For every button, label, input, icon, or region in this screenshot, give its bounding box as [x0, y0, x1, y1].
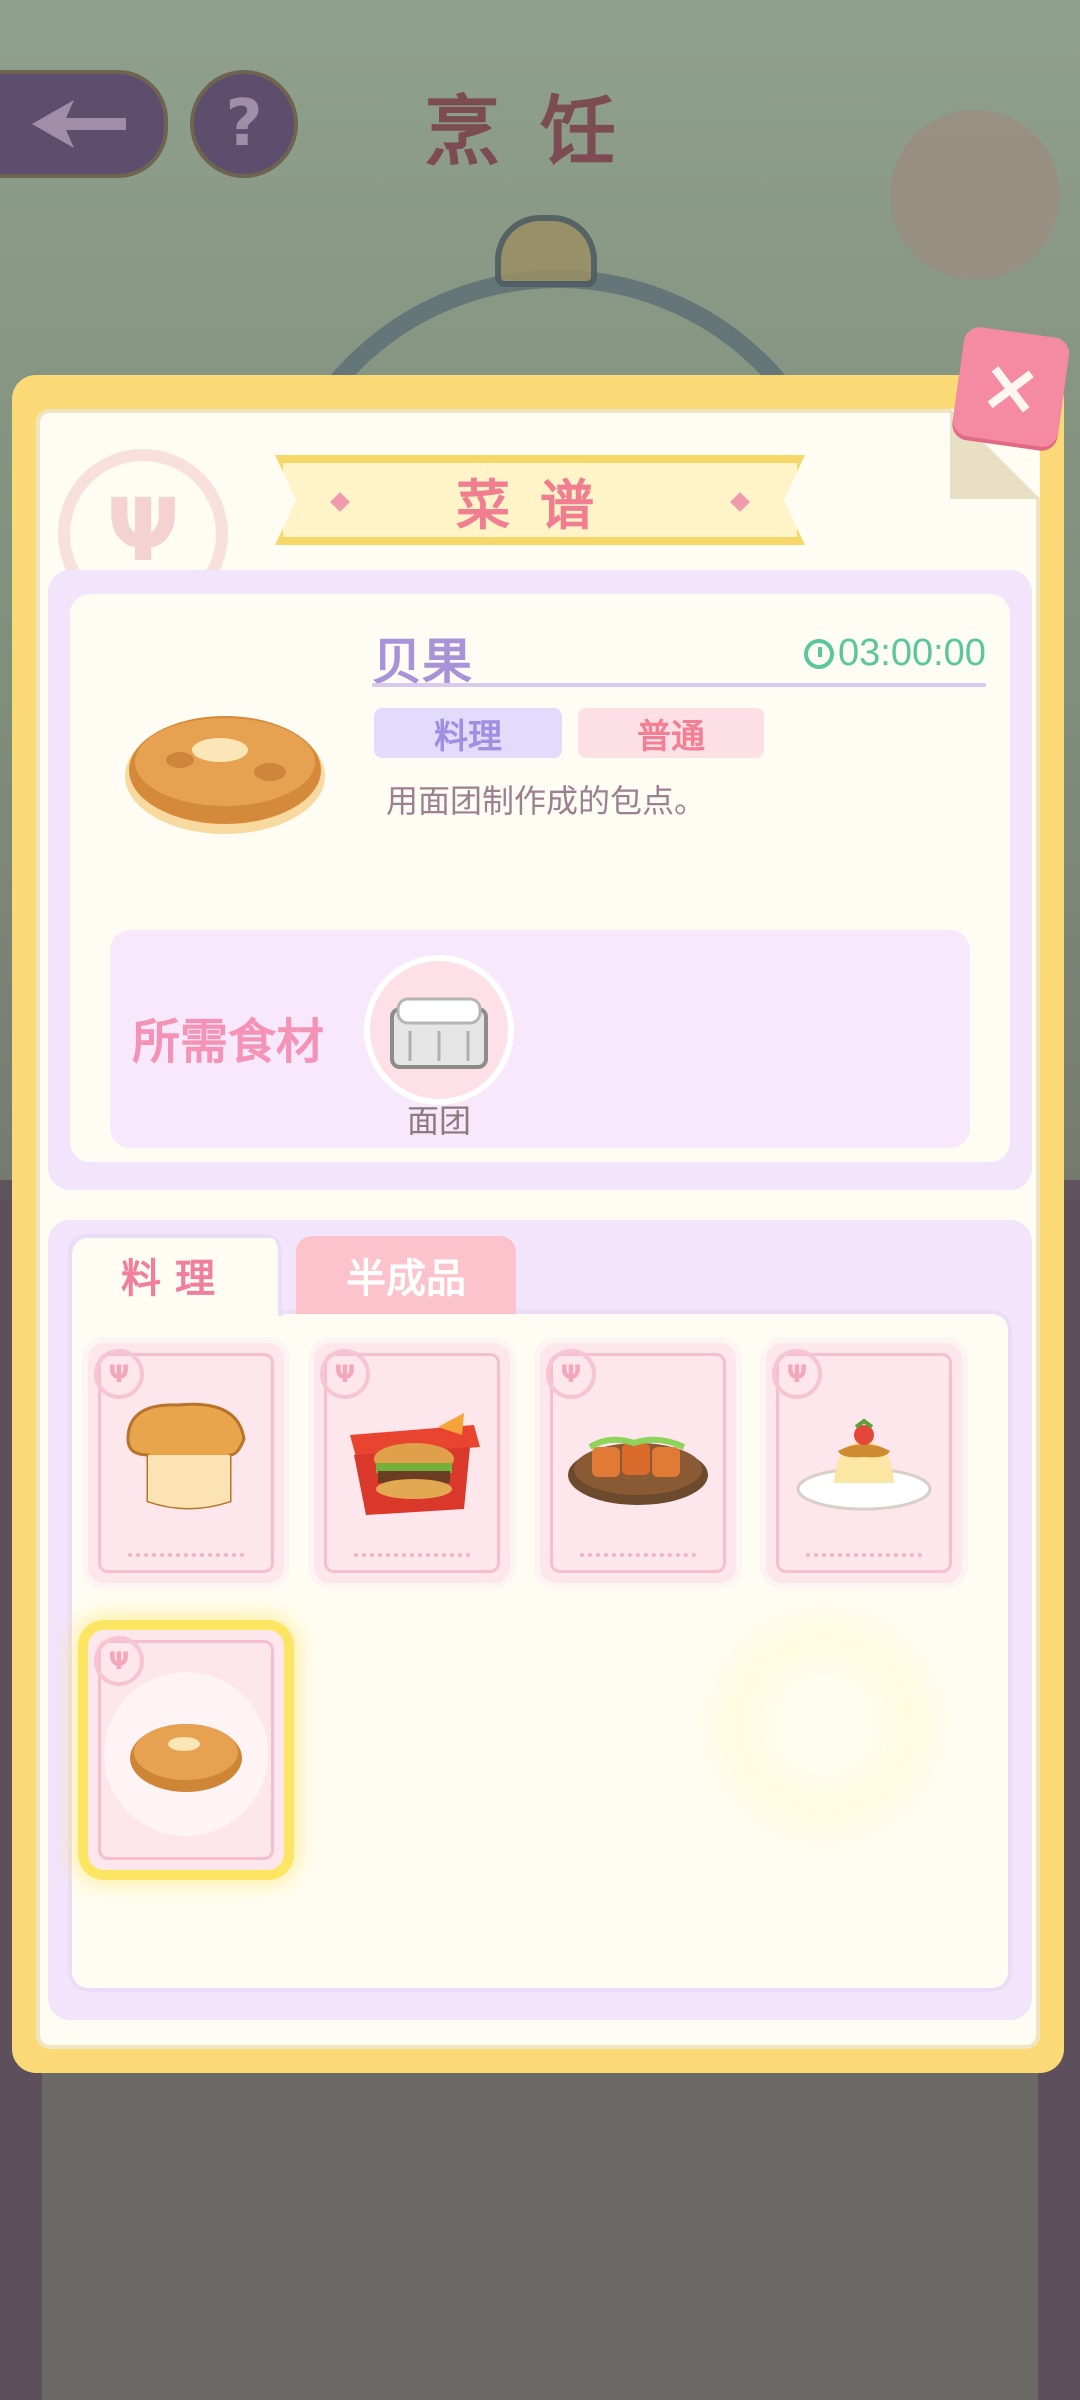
ribbon-diamond-icon	[330, 492, 350, 512]
dial-knob	[495, 215, 597, 287]
ribbon-diamond-icon	[730, 492, 750, 512]
bagel-icon	[125, 716, 325, 834]
recipe-card[interactable]: Ψ	[766, 1343, 962, 1583]
cook-time: 03:00:00	[804, 632, 986, 675]
recipe-book-title: 菜谱	[456, 473, 624, 537]
title-ribbon: 菜谱	[275, 455, 805, 545]
ingredient-name: 面团	[406, 1102, 471, 1140]
ingredient-slot[interactable]	[364, 955, 514, 1105]
burger-box-icon	[350, 1413, 480, 1515]
sparkle-glow	[690, 1590, 960, 1860]
recipe-card[interactable]: Ψ	[540, 1343, 736, 1583]
clock-icon	[804, 638, 834, 669]
bagel-icon	[104, 1672, 268, 1836]
rarity-tag: 普通	[578, 708, 764, 758]
bread-loaf-icon	[126, 1402, 246, 1510]
name-divider	[372, 683, 986, 687]
close-button[interactable]: ×	[950, 325, 1072, 449]
dough-box-icon	[390, 997, 488, 1069]
tab-semi-finished[interactable]: 半成品	[296, 1236, 516, 1314]
recipe-card-selected[interactable]: Ψ	[88, 1630, 284, 1870]
category-tag: 料理	[374, 708, 562, 758]
recipe-description: 用面团制作成的包点。	[386, 782, 707, 820]
grilled-meat-plate-icon	[568, 1436, 708, 1505]
recipe-card[interactable]: Ψ	[314, 1343, 510, 1583]
screen-title: 烹饪	[424, 87, 656, 176]
recipe-card[interactable]: Ψ	[88, 1343, 284, 1583]
pudding-icon	[796, 1418, 932, 1511]
close-icon: ×	[975, 341, 1047, 433]
ingredients-label: 所需食材	[132, 1014, 325, 1070]
cook-time-value: 03:00:00	[838, 632, 986, 674]
tab-dishes[interactable]: 料理	[68, 1234, 282, 1316]
